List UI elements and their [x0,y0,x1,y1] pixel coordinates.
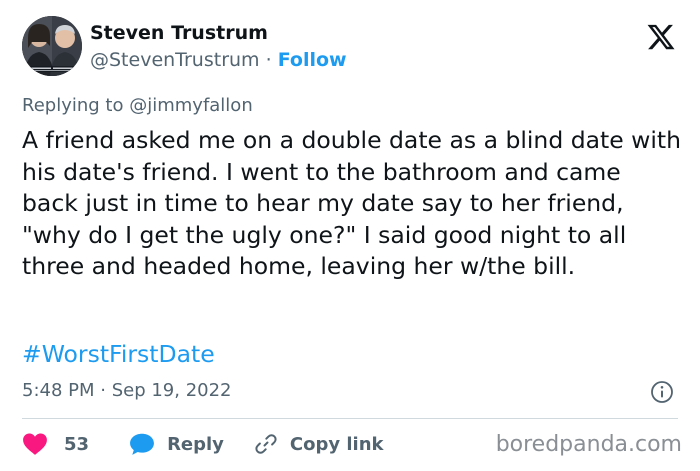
reply-label: Reply [167,433,224,455]
heart-icon [23,433,47,455]
separator-dot: · [265,49,272,71]
hashtag-link[interactable]: #WorstFirstDate [22,340,215,368]
x-logo-icon[interactable] [646,22,676,52]
author-handle-line: @StevenTrustrum · Follow [90,49,347,71]
like-count: 53 [64,433,90,455]
copy-link-label: Copy link [289,433,384,455]
info-icon[interactable] [650,380,674,404]
follow-button[interactable]: Follow [278,49,347,71]
author-handle[interactable]: @StevenTrustrum [90,49,260,71]
like-button[interactable]: 53 [22,432,89,456]
action-bar: 53 Reply Copy link [22,430,384,458]
boredpanda-watermark: boredpanda.com [495,432,682,457]
reply-context-prefix: Replying to [22,95,124,116]
reply-button[interactable]: Reply [129,432,224,456]
avatar[interactable] [22,16,82,76]
reply-mention-link[interactable]: @jimmyfallon [129,95,253,116]
reply-bubble-icon [130,433,154,455]
link-icon [255,434,277,454]
tweet-timestamp[interactable]: 5:48 PM · Sep 19, 2022 [22,380,232,401]
profile-photo-icon [22,16,82,76]
author-name[interactable]: Steven Trustrum [90,22,268,44]
tweet-header: Steven Trustrum @StevenTrustrum · Follow [22,16,682,80]
reply-context: Replying to @jimmyfallon [22,95,253,116]
tweet-text: A friend asked me on a double date as a … [22,126,682,280]
copy-link-button[interactable]: Copy link [254,432,384,456]
divider [22,418,678,419]
